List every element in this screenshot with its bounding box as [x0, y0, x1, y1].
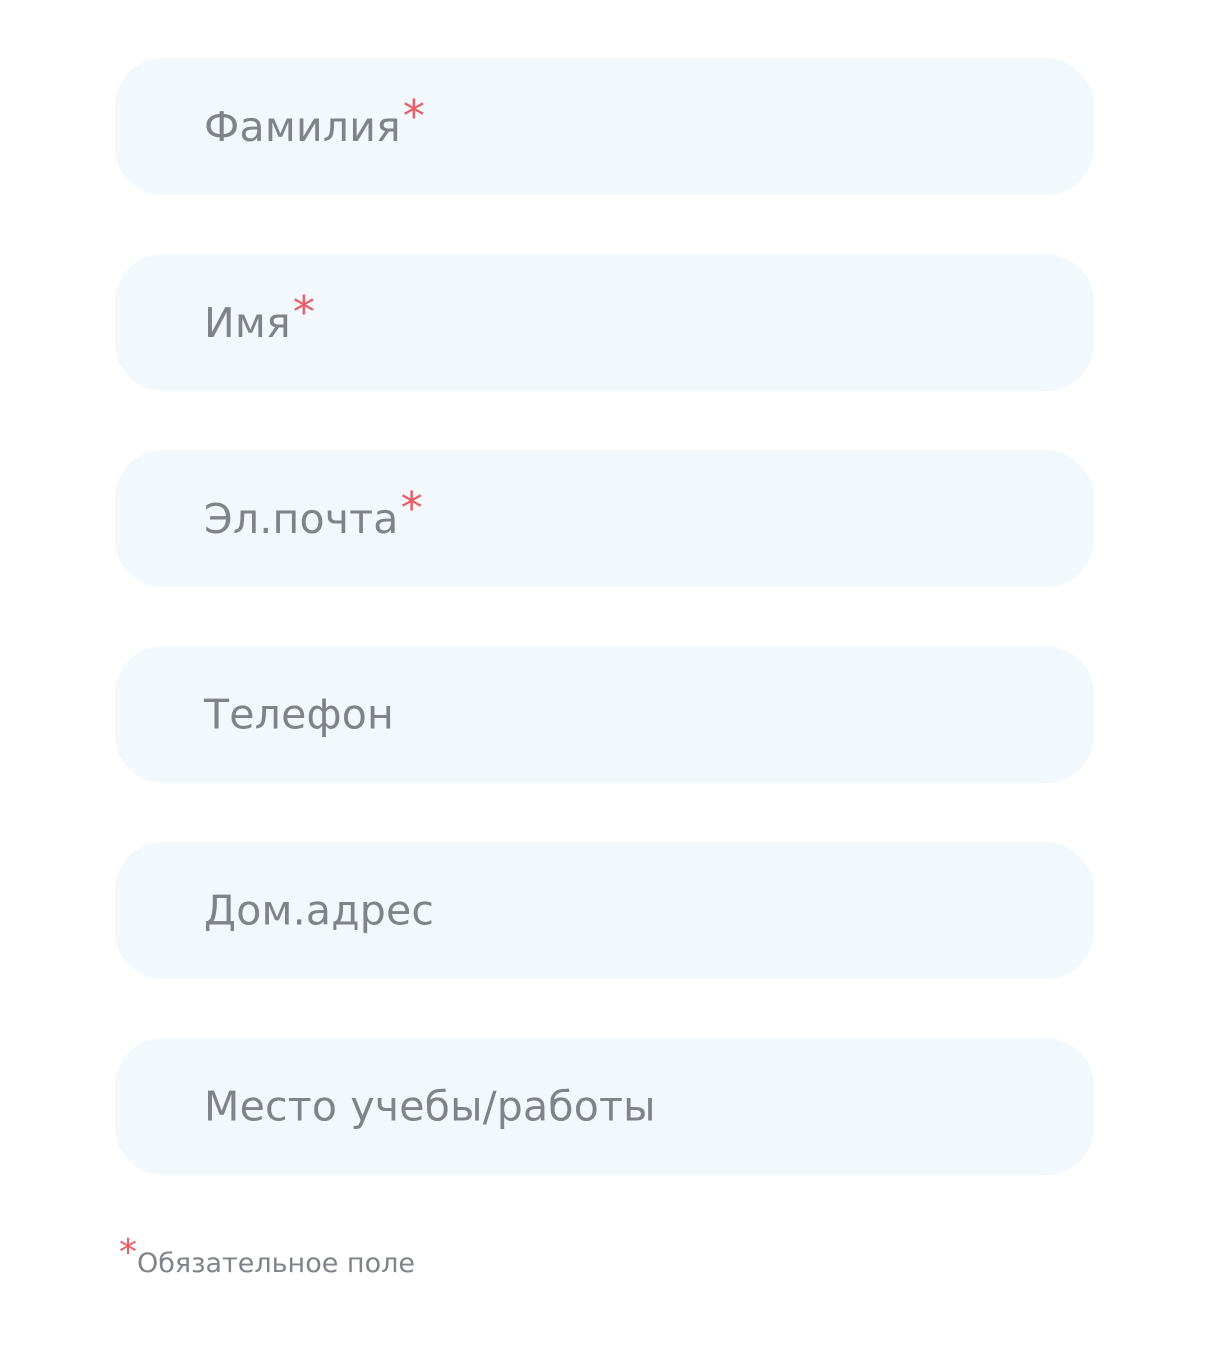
- email-field[interactable]: Эл.почта*: [115, 450, 1094, 587]
- home-address-field[interactable]: Дом.адрес: [115, 842, 1094, 979]
- email-placeholder: Эл.почта*: [204, 486, 423, 543]
- required-asterisk: *: [400, 482, 423, 534]
- phone-label: Телефон: [204, 690, 395, 738]
- registration-form: Фамилия* Имя* Эл.почта* Телефон Дом.адре…: [115, 58, 1094, 1175]
- last-name-placeholder: Фамилия*: [204, 94, 425, 151]
- first-name-label: Имя: [204, 298, 291, 347]
- study-work-place-field[interactable]: Место учебы/работы: [115, 1038, 1094, 1175]
- first-name-field[interactable]: Имя*: [115, 254, 1094, 391]
- phone-placeholder: Телефон: [204, 694, 394, 735]
- study-work-place-placeholder: Место учебы/работы: [204, 1086, 656, 1127]
- email-label: Эл.почта: [204, 494, 399, 543]
- required-asterisk: *: [402, 90, 426, 142]
- required-field-note-text: Обязательное поле: [137, 1248, 415, 1279]
- last-name-field[interactable]: Фамилия*: [115, 58, 1094, 195]
- home-address-label: Дом.адрес: [204, 886, 435, 934]
- last-name-label: Фамилия: [204, 102, 401, 151]
- phone-field[interactable]: Телефон: [115, 646, 1094, 783]
- required-asterisk: *: [292, 286, 316, 338]
- required-field-note: *Обязательное поле: [119, 1232, 415, 1290]
- first-name-placeholder: Имя*: [204, 290, 315, 347]
- home-address-placeholder: Дом.адрес: [204, 890, 434, 931]
- required-asterisk: *: [119, 1232, 137, 1273]
- study-work-place-label: Место учебы/работы: [204, 1082, 656, 1130]
